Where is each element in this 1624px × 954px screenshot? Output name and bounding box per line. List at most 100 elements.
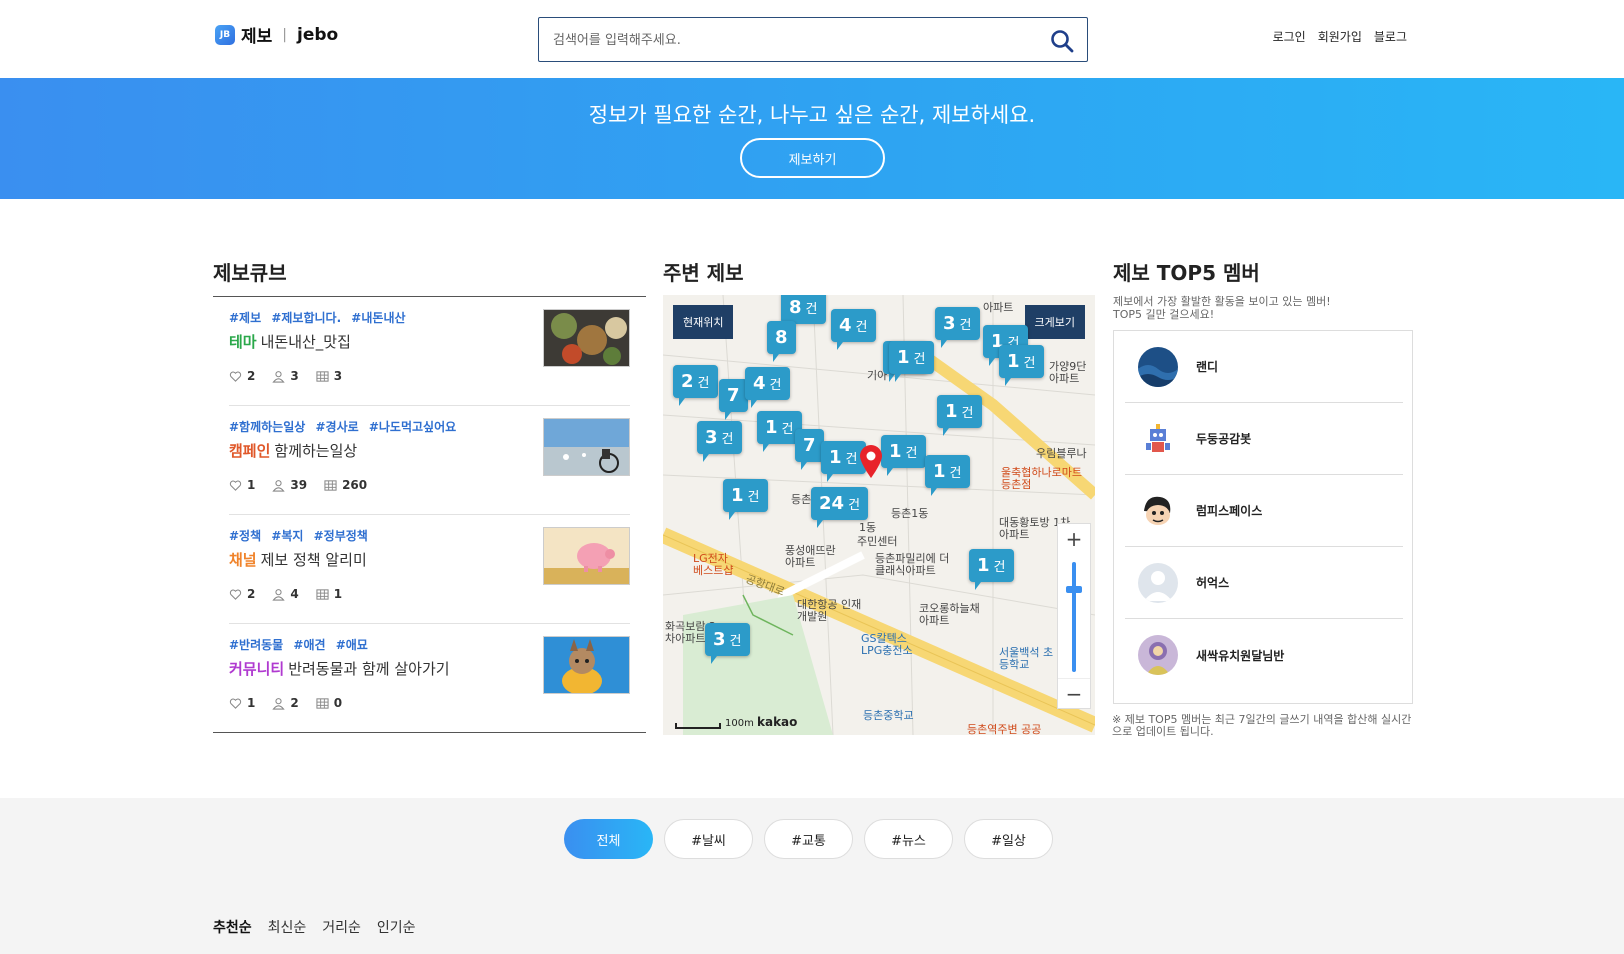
filter-chip-daily[interactable]: #일상 bbox=[964, 819, 1053, 859]
map-label: 코오롱하늘채 아파트 bbox=[919, 602, 980, 627]
map-pin[interactable]: 8건 bbox=[781, 295, 826, 332]
top5-member-list: 랜디 두둥공감봇 럼피스페이스 허억스 새싹유치원달님반 bbox=[1113, 330, 1413, 704]
map-section-title: 주변 제보 bbox=[663, 261, 744, 285]
cube-item[interactable]: #함께하는일상 #경사로 #나도먹고싶어요 캠페인 함께하는일상 1 39 260 bbox=[229, 406, 630, 515]
sort-tab-popular[interactable]: 인기순 bbox=[377, 917, 416, 937]
cube-item[interactable]: #제보 #제보합니다. #내돈내산 테마 내돈내산_맛집 2 3 3 bbox=[229, 297, 630, 406]
filter-chip-traffic[interactable]: #교통 bbox=[764, 819, 853, 859]
cube-item[interactable]: #정책 #복지 #정부정책 채널 제보 정책 알리미 2 4 1 bbox=[229, 515, 630, 624]
report-button[interactable]: 제보하기 bbox=[740, 138, 885, 178]
map-label: 아파트 bbox=[983, 301, 1014, 314]
cube-title[interactable]: 테마 내돈내산_맛집 bbox=[229, 331, 351, 352]
map-pin[interactable]: 1건 bbox=[881, 435, 926, 476]
avatar bbox=[1138, 490, 1178, 531]
filter-chip-weather[interactable]: #날씨 bbox=[664, 819, 753, 859]
map-pin[interactable]: 3건 bbox=[697, 421, 742, 462]
cube-category: 커뮤니티 bbox=[229, 660, 285, 678]
member-count: 2 bbox=[290, 696, 299, 710]
cube-category: 테마 bbox=[229, 333, 257, 351]
cube-title-text: 반려동물과 함께 살아가기 bbox=[288, 660, 450, 678]
map-pin[interactable]: 4건 bbox=[745, 367, 790, 408]
map-pin[interactable]: 1건 bbox=[925, 455, 970, 496]
top5-section-title: 제보 TOP5 멤버 bbox=[1113, 261, 1260, 285]
signup-link[interactable]: 회원가입 bbox=[1318, 28, 1362, 45]
map-pin[interactable]: 1건 bbox=[999, 345, 1044, 386]
avatar bbox=[1138, 562, 1178, 603]
cube-item[interactable]: #반려동물 #애견 #애묘 커뮤니티 반려동물과 함께 살아가기 1 2 0 bbox=[213, 624, 646, 733]
cube-tags[interactable]: #제보 #제보합니다. #내돈내산 bbox=[229, 309, 406, 326]
member-name: 럼피스페이스 bbox=[1196, 504, 1263, 518]
cube-stats: 1 39 260 bbox=[229, 478, 379, 492]
auth-links: 로그인 회원가입 블로그 bbox=[1273, 28, 1407, 45]
filter-chip-all[interactable]: 전체 bbox=[564, 819, 653, 859]
map-pin[interactable]: 1건 bbox=[723, 479, 768, 520]
map-pin[interactable]: 24 건 bbox=[811, 487, 869, 528]
cube-stats: 2 4 1 bbox=[229, 587, 354, 601]
logo-separator: | bbox=[282, 26, 287, 43]
map-pin[interactable]: 2건 bbox=[673, 365, 718, 406]
map-pin[interactable]: 8 bbox=[767, 321, 796, 362]
nearby-map[interactable]: 현재위치 크게보기 기아 아파트 가양9단 아파트 우림블루나 울축협하나로마트… bbox=[663, 295, 1095, 735]
top5-description-line2: TOP5 길만 걸으세요! bbox=[1113, 308, 1215, 321]
heart-icon bbox=[229, 589, 242, 600]
map-pin[interactable]: 7 bbox=[719, 379, 748, 420]
zoom-slider-handle[interactable] bbox=[1066, 586, 1082, 593]
zoom-in-button[interactable]: + bbox=[1058, 524, 1090, 554]
member-item[interactable]: 허억스 bbox=[1125, 547, 1403, 619]
person-icon bbox=[272, 697, 286, 710]
member-item[interactable]: 새싹유치원달님반 bbox=[1125, 619, 1403, 691]
avatar bbox=[1138, 635, 1178, 675]
cube-list: #제보 #제보합니다. #내돈내산 테마 내돈내산_맛집 2 3 3 #함께하는일… bbox=[213, 296, 646, 733]
cube-title[interactable]: 커뮤니티 반려동물과 함께 살아가기 bbox=[229, 658, 450, 679]
map-pin[interactable]: 1건 bbox=[889, 341, 934, 382]
filter-chip-news[interactable]: #뉴스 bbox=[864, 819, 953, 859]
cube-tags[interactable]: #반려동물 #애견 #애묘 bbox=[229, 636, 368, 653]
sort-tab-distance[interactable]: 거리순 bbox=[322, 917, 361, 937]
map-pin[interactable]: 1건 bbox=[937, 395, 982, 436]
cube-tags[interactable]: #함께하는일상 #경사로 #나도먹고싶어요 bbox=[229, 418, 456, 435]
map-pin[interactable]: 3건 bbox=[705, 623, 750, 664]
sort-tab-recommended[interactable]: 추천순 bbox=[213, 917, 252, 937]
person-icon bbox=[272, 588, 286, 601]
login-link[interactable]: 로그인 bbox=[1273, 28, 1306, 45]
cube-tags[interactable]: #정책 #복지 #정부정책 bbox=[229, 527, 368, 544]
cube-title[interactable]: 채널 제보 정책 알리미 bbox=[229, 549, 367, 570]
member-item[interactable]: 럼피스페이스 bbox=[1125, 475, 1403, 547]
blog-link[interactable]: 블로그 bbox=[1374, 28, 1407, 45]
member-count: 3 bbox=[290, 369, 299, 383]
site-header: JB 제보 | jebo 로그인 회원가입 블로그 bbox=[0, 0, 1624, 78]
cube-thumbnail-beach[interactable] bbox=[543, 418, 630, 476]
cube-thumbnail-dog[interactable] bbox=[543, 636, 630, 694]
member-item[interactable]: 랜디 bbox=[1125, 331, 1403, 403]
current-location-button[interactable]: 현재위치 bbox=[673, 305, 734, 339]
cube-title[interactable]: 캠페인 함께하는일상 bbox=[229, 440, 357, 461]
map-pin[interactable]: 3건 bbox=[935, 307, 980, 348]
search-icon[interactable] bbox=[1049, 28, 1075, 54]
hero-slogan: 정보가 필요한 순간, 나누고 싶은 순간, 제보하세요. bbox=[588, 103, 1036, 127]
like-count: 2 bbox=[247, 369, 256, 383]
logo[interactable]: JB 제보 | jebo bbox=[215, 22, 338, 47]
map-pin[interactable]: 4건 bbox=[831, 309, 876, 350]
hero-banner: 정보가 필요한 순간, 나누고 싶은 순간, 제보하세요. 제보하기 bbox=[0, 78, 1624, 199]
cube-thumbnail-piggybank[interactable] bbox=[543, 527, 630, 585]
zoom-slider-track[interactable] bbox=[1072, 562, 1076, 672]
grid-icon bbox=[324, 479, 337, 491]
member-name: 랜디 bbox=[1196, 360, 1219, 374]
cube-thumbnail-food[interactable] bbox=[543, 309, 630, 367]
map-pin[interactable]: 7 bbox=[795, 429, 824, 470]
post-count: 260 bbox=[342, 478, 368, 492]
map-label: 가양9단 아파트 bbox=[1049, 360, 1087, 385]
map-pin[interactable]: 1건 bbox=[969, 549, 1014, 590]
zoom-out-button[interactable]: − bbox=[1058, 678, 1090, 708]
top5-note: ※ 제보 TOP5 멤버는 최근 7일간의 글쓰기 내역을 합산해 실시간으로 … bbox=[1112, 713, 1412, 738]
sort-tab-latest[interactable]: 최신순 bbox=[268, 917, 307, 937]
zoom-control: + − bbox=[1057, 523, 1091, 709]
member-item[interactable]: 두둥공감봇 bbox=[1125, 403, 1403, 475]
search-input[interactable] bbox=[553, 29, 1013, 51]
enlarge-map-button[interactable]: 크게보기 bbox=[1024, 305, 1085, 339]
map-label: GS칼텍스 LPG충전소 bbox=[861, 632, 913, 657]
map-label: 서울백석 초등학교 bbox=[999, 646, 1054, 671]
grid-icon bbox=[316, 370, 329, 382]
member-count: 39 bbox=[290, 478, 308, 492]
member-name: 두둥공감봇 bbox=[1196, 432, 1252, 446]
